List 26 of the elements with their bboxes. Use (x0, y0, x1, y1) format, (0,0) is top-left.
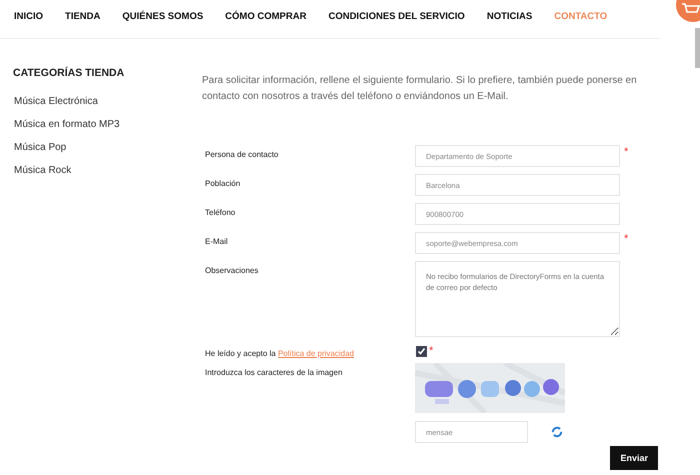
field-label: Teléfono (205, 207, 236, 217)
required-marker: * (624, 145, 628, 159)
required-marker: * (429, 344, 434, 358)
sidebar-heading: CATEGORÍAS TIENDA (13, 67, 126, 79)
field-label: E-Mail (205, 236, 229, 246)
scrollbar[interactable] (695, 28, 700, 68)
field-label: Observaciones (205, 265, 260, 275)
refresh-icon[interactable] (551, 426, 563, 438)
nav-link[interactable]: TIENDA (65, 11, 100, 38)
submit-button[interactable]: Enviar (610, 446, 658, 470)
intro-text: Para solicitar información, rellene el siguiente formulario. Si lo prefiere, también puede ponerse en contacto con nosotros a través del teléfono o enviándonos un E-Mail. (202, 74, 638, 104)
nav-link[interactable]: CÓMO COMPRAR (225, 11, 306, 38)
category-link[interactable]: Música Rock (14, 164, 202, 177)
nav-link[interactable]: NOTICIAS (486, 11, 532, 38)
nav-link[interactable]: QUIÉNES SOMOS (122, 11, 204, 38)
captcha-label: Introduzca los caracteres de la imagen (205, 367, 344, 377)
checkbox[interactable] (416, 346, 427, 356)
category-link[interactable]: Música en formato MP3 (14, 118, 202, 131)
nav-link[interactable]: CONDICIONES DEL SERVICIO (328, 11, 465, 38)
field-label: Persona de contacto (205, 149, 280, 159)
nav-link[interactable]: INICIO (14, 11, 44, 38)
consent-text: He leído y acepto la Política de privacidad (205, 348, 355, 358)
required-marker: * (624, 232, 628, 246)
category-link[interactable]: Música Pop (14, 141, 202, 154)
field-label: Población (205, 178, 242, 188)
category-link[interactable]: Música Electrónica (14, 95, 202, 108)
